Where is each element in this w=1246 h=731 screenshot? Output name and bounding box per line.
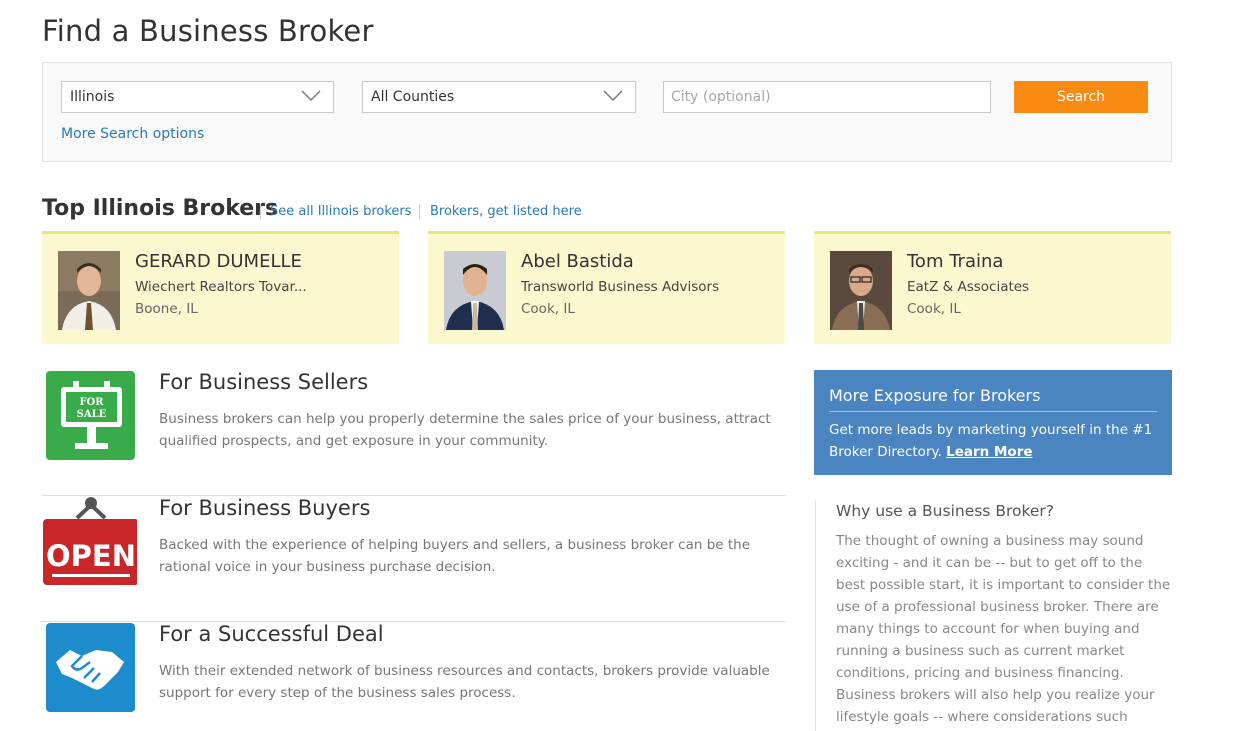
search-panel: Illinois All Counties Search More Search… bbox=[42, 62, 1172, 162]
feature-buyers: OPEN For Business Buyers Backed with the… bbox=[42, 496, 786, 622]
broker-card[interactable]: Tom Traina EatZ & Associates Cook, IL bbox=[814, 231, 1171, 344]
get-listed-link[interactable]: Brokers, get listed here bbox=[419, 204, 582, 219]
feature-title: For Business Sellers bbox=[159, 370, 369, 394]
broker-company: Transworld Business Advisors bbox=[521, 279, 720, 295]
handshake-icon bbox=[46, 623, 135, 712]
chevron-down-icon bbox=[603, 90, 623, 101]
feature-text: Backed with the experience of helping bu… bbox=[159, 537, 751, 575]
broker-company: EatZ & Associates bbox=[907, 279, 1030, 295]
search-button[interactable]: Search bbox=[1014, 81, 1148, 113]
state-select[interactable]: Illinois bbox=[61, 81, 334, 113]
why-broker-section: Why use a Business Broker? The thought o… bbox=[815, 500, 1172, 731]
state-select-value: Illinois bbox=[70, 89, 115, 105]
chevron-down-icon bbox=[301, 90, 321, 101]
learn-more-link[interactable]: Learn More bbox=[946, 444, 1032, 460]
broker-company: Wiechert Realtors Tovar... bbox=[135, 279, 307, 295]
broker-photo[interactable] bbox=[444, 251, 506, 330]
svg-text:FOR: FOR bbox=[79, 397, 104, 408]
feature-sellers: FOR SALE For Business Sellers Business b… bbox=[42, 370, 786, 496]
broker-card[interactable]: GERARD DUMELLE Wiechert Realtors Tovar..… bbox=[42, 231, 399, 344]
broker-location: Boone, IL bbox=[135, 301, 198, 317]
feature-title: For a Successful Deal bbox=[159, 622, 384, 646]
svg-text:OPEN: OPEN bbox=[46, 539, 136, 573]
broker-name[interactable]: Abel Bastida bbox=[521, 251, 634, 272]
see-all-brokers-link[interactable]: See all Illinois brokers bbox=[260, 204, 412, 219]
feature-text: Business brokers can help you properly d… bbox=[159, 411, 771, 449]
svg-text:SALE: SALE bbox=[77, 409, 107, 420]
page-title: Find a Business Broker bbox=[42, 14, 374, 48]
open-sign-icon: OPEN bbox=[43, 497, 137, 585]
county-select[interactable]: All Counties bbox=[362, 81, 636, 113]
city-input[interactable] bbox=[663, 81, 991, 113]
exposure-text: Get more leads by marketing yourself in … bbox=[829, 419, 1159, 463]
why-broker-text: The thought of owning a business may sou… bbox=[836, 533, 1171, 725]
feature-deal: For a Successful Deal With their extende… bbox=[42, 622, 786, 731]
broker-location: Cook, IL bbox=[521, 301, 575, 317]
broker-location: Cook, IL bbox=[907, 301, 961, 317]
broker-photo[interactable] bbox=[58, 251, 120, 330]
why-broker-title: Why use a Business Broker? bbox=[836, 502, 1055, 520]
broker-name[interactable]: GERARD DUMELLE bbox=[135, 251, 302, 272]
for-sale-sign-icon: FOR SALE bbox=[46, 371, 135, 460]
county-select-value: All Counties bbox=[371, 89, 455, 105]
feature-text: With their extended network of business … bbox=[159, 663, 770, 701]
top-brokers-title: Top Illinois Brokers bbox=[42, 196, 279, 221]
broker-card[interactable]: Abel Bastida Transworld Business Advisor… bbox=[428, 231, 785, 344]
broker-photo[interactable] bbox=[830, 251, 892, 330]
exposure-panel: More Exposure for Brokers Get more leads… bbox=[814, 370, 1172, 475]
exposure-title: More Exposure for Brokers bbox=[829, 386, 1157, 412]
feature-title: For Business Buyers bbox=[159, 496, 371, 520]
broker-name[interactable]: Tom Traina bbox=[907, 251, 1003, 272]
more-search-options-link[interactable]: More Search options bbox=[61, 126, 204, 142]
